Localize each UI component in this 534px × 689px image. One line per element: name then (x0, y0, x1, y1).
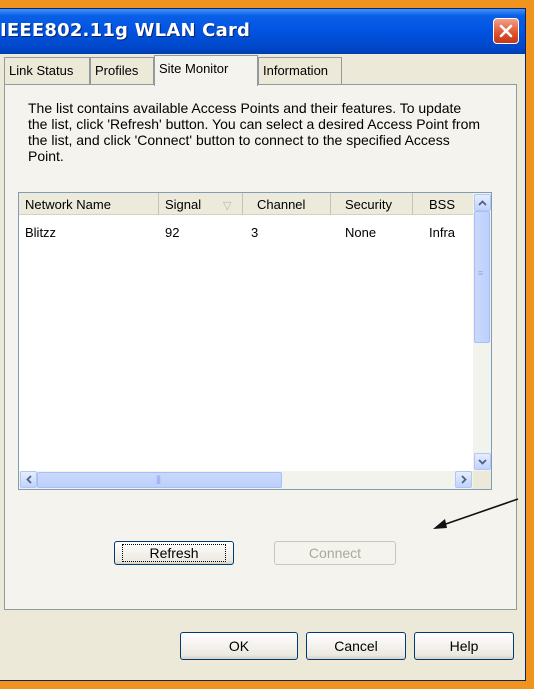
column-header-network-name[interactable]: Network Name (19, 193, 159, 215)
horizontal-scroll-thumb[interactable]: ||| (37, 472, 282, 488)
scroll-corner (473, 471, 491, 489)
scroll-left-button[interactable] (20, 471, 37, 488)
refresh-button[interactable]: Refresh (114, 541, 234, 565)
cell-network-name: Blitzz (25, 225, 57, 240)
column-header-signal[interactable]: Signal ▽ (159, 193, 243, 215)
scroll-down-icon (478, 458, 487, 465)
cell-security: None (345, 225, 377, 240)
tab-link-status[interactable]: Link Status (4, 57, 90, 84)
cell-bss: Infra (429, 225, 456, 240)
sort-arrow-icon: ▽ (223, 200, 232, 212)
column-label: Channel (257, 197, 306, 212)
grip-icon: ≡ (478, 268, 483, 278)
pointer-arrow-icon (433, 498, 519, 529)
scroll-right-icon (460, 475, 467, 484)
window-title: IEEE802.11g WLAN Card (0, 20, 251, 41)
ok-button[interactable]: OK (180, 632, 298, 660)
column-header-bss[interactable]: BSS (413, 193, 474, 215)
vertical-scroll-thumb[interactable]: ≡ (474, 211, 490, 343)
access-point-list[interactable]: Network Name Signal ▽ Channel Security BS… (18, 192, 492, 490)
horizontal-scrollbar[interactable]: ||| (19, 471, 475, 489)
cell-signal: 92 (165, 225, 180, 240)
help-button[interactable]: Help (414, 632, 514, 660)
scroll-down-button[interactable] (474, 453, 491, 470)
tab-site-monitor[interactable]: Site Monitor (154, 55, 258, 86)
connect-button-label: Connect (308, 545, 362, 561)
cell-channel: 3 (251, 225, 259, 240)
grip-icon: ||| (156, 474, 161, 484)
vertical-scrollbar[interactable]: ≡ (473, 193, 491, 471)
tab-profiles[interactable]: Profiles (90, 57, 154, 84)
close-icon (499, 24, 513, 38)
refresh-button-label: Refresh (122, 544, 226, 562)
column-header-security[interactable]: Security (331, 193, 413, 215)
column-label: Network Name (25, 197, 111, 212)
title-bar[interactable]: IEEE802.11g WLAN Card (0, 9, 525, 54)
scroll-left-icon (25, 475, 32, 484)
column-label: BSS (429, 197, 456, 212)
connect-button[interactable]: Connect (274, 541, 396, 565)
cancel-button[interactable]: Cancel (306, 632, 406, 660)
column-label: Signal (165, 197, 202, 212)
scroll-up-icon (478, 199, 487, 206)
tab-information[interactable]: Information (258, 57, 342, 84)
scroll-up-button[interactable] (474, 194, 491, 211)
column-header-channel[interactable]: Channel (243, 193, 331, 215)
close-button[interactable] (493, 18, 519, 44)
column-label: Security (345, 197, 392, 212)
list-header: Network Name Signal ▽ Channel Security BS… (19, 193, 474, 215)
instructions-text: The list contains available Access Point… (28, 100, 481, 164)
scroll-right-button[interactable] (455, 471, 472, 488)
screenshot-frame: IEEE802.11g WLAN Card Link Status Profil… (0, 0, 534, 689)
